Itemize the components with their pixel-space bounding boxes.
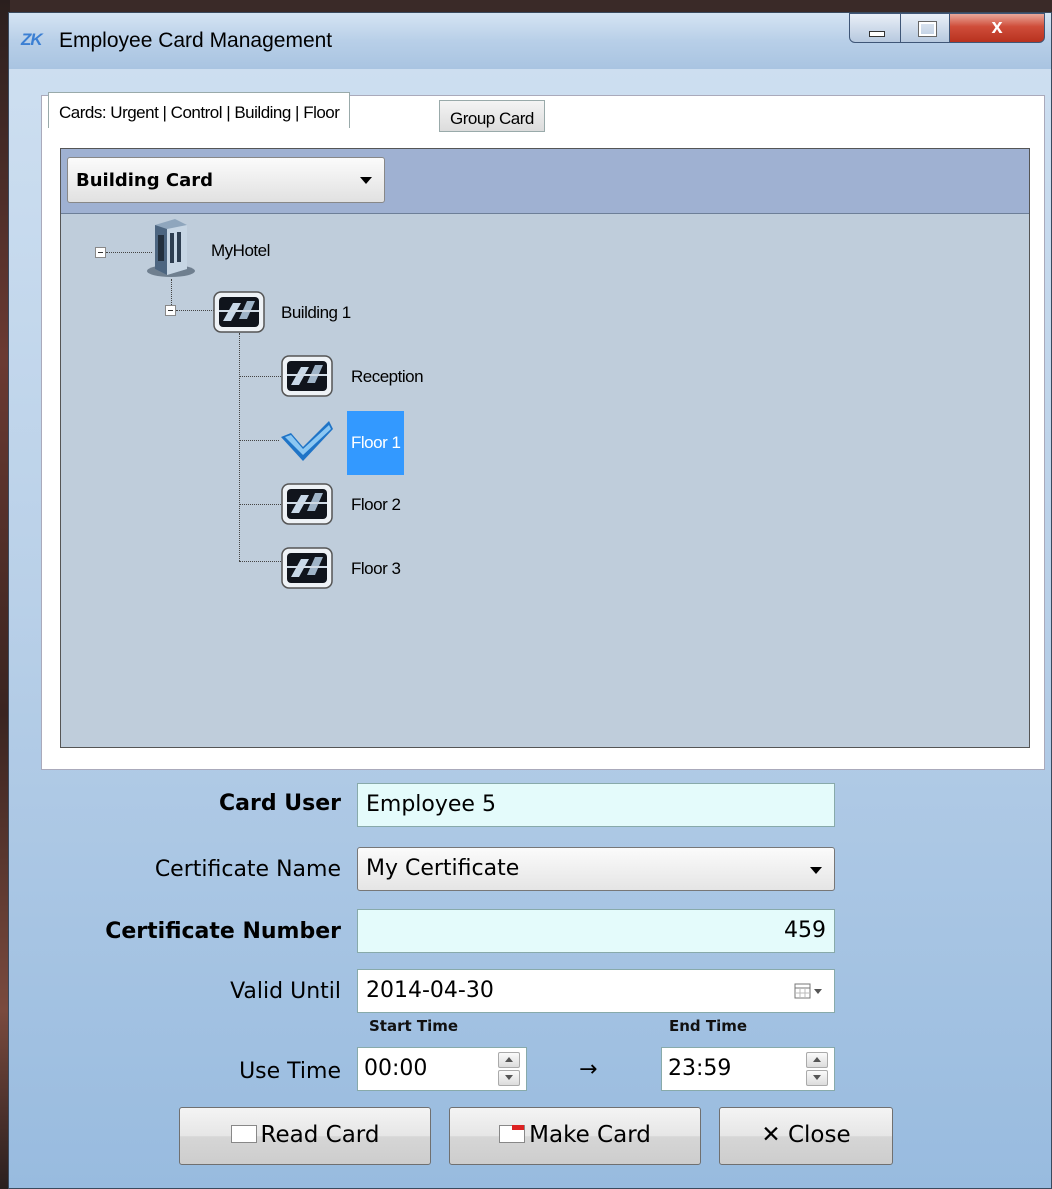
end-time-value: 23:59 — [668, 1056, 732, 1081]
make-card-icon — [499, 1125, 526, 1143]
building-icon — [213, 291, 265, 333]
start-time-label: Start Time — [369, 1017, 459, 1035]
window-title: Employee Card Management — [59, 29, 333, 52]
close-label: ✕ Close — [761, 1122, 851, 1148]
card-user-value: Employee 5 — [366, 792, 496, 817]
hotel-building-icon — [147, 219, 195, 277]
tree-connector — [176, 310, 214, 311]
panel-header: Building Card — [61, 149, 1029, 214]
minimize-icon — [869, 31, 885, 37]
end-time-spinner[interactable] — [806, 1052, 828, 1086]
use-time-label: Use Time — [239, 1059, 341, 1084]
card-user-label: Card User — [219, 791, 341, 816]
tree-node-myhotel[interactable]: MyHotel — [211, 241, 270, 261]
tree-node-floor-3[interactable]: Floor 3 — [351, 559, 401, 579]
building-icon — [281, 547, 333, 589]
certificate-name-dropdown[interactable]: My Certificate — [357, 847, 835, 891]
card-panel: Building Card MyHotel Building 1 Recepti… — [60, 148, 1030, 748]
tree-connector — [239, 333, 240, 561]
valid-until-label: Valid Until — [230, 979, 341, 1004]
spin-down-icon[interactable] — [498, 1070, 520, 1086]
building-tree: MyHotel Building 1 Reception Floor 1 Flo… — [61, 213, 1029, 747]
card-type-dropdown[interactable]: Building Card — [67, 157, 385, 203]
maximize-icon — [918, 21, 937, 37]
close-icon: x — [991, 16, 1003, 38]
chevron-down-icon — [810, 867, 822, 874]
tree-connector — [239, 561, 281, 562]
close-window-button[interactable]: x — [949, 13, 1045, 43]
card-type-value: Building Card — [76, 170, 214, 191]
spin-up-icon[interactable] — [806, 1052, 828, 1068]
certificate-number-field[interactable]: 459 — [357, 909, 835, 953]
read-card-button[interactable]: Read Card — [179, 1107, 431, 1165]
tree-node-floor-1[interactable]: Floor 1 — [347, 411, 405, 475]
spin-up-icon[interactable] — [498, 1052, 520, 1068]
end-time-field[interactable]: 23:59 — [661, 1047, 835, 1091]
certificate-number-value: 459 — [784, 918, 826, 943]
tree-node-building-1[interactable]: Building 1 — [281, 303, 351, 323]
read-card-label: Read Card — [260, 1122, 380, 1148]
card-user-field[interactable]: Employee 5 — [357, 783, 835, 827]
maximize-button[interactable] — [900, 13, 950, 43]
minimize-button[interactable] — [849, 13, 901, 43]
spin-down-icon[interactable] — [806, 1070, 828, 1086]
tab-control: Cards: Urgent | Control | Building | Flo… — [41, 92, 1045, 770]
certificate-number-label: Certificate Number — [105, 919, 341, 944]
chevron-down-icon — [360, 177, 372, 184]
building-icon — [281, 483, 333, 525]
valid-until-value: 2014-04-30 — [366, 978, 494, 1003]
root-expander[interactable] — [95, 247, 106, 258]
time-range-arrow: → — [579, 1057, 598, 1082]
tree-connector — [239, 440, 279, 441]
title-bar[interactable]: ZK Employee Card Management x — [9, 13, 1051, 69]
start-time-spinner[interactable] — [498, 1052, 520, 1086]
checkmark-icon — [281, 421, 333, 461]
certificate-name-value: My Certificate — [366, 856, 520, 881]
tree-node-reception[interactable]: Reception — [351, 367, 424, 387]
building-expander[interactable] — [165, 305, 176, 316]
tab-cards[interactable]: Cards: Urgent | Control | Building | Flo… — [48, 92, 351, 128]
building-icon — [281, 355, 333, 397]
certificate-name-label: Certificate Name — [154, 857, 341, 882]
valid-until-datepicker[interactable]: 2014-04-30 — [357, 969, 835, 1013]
card-icon — [230, 1125, 257, 1143]
tab-group-card[interactable]: Group Card — [439, 100, 545, 132]
tree-node-floor-2[interactable]: Floor 2 — [351, 495, 401, 515]
start-time-value: 00:00 — [364, 1056, 428, 1081]
tree-connector — [171, 279, 172, 305]
tree-connector — [239, 504, 281, 505]
tree-connector — [239, 376, 281, 377]
zk-app-icon: ZK — [21, 30, 43, 49]
employee-card-window: ZK Employee Card Management x Cards: Urg… — [8, 12, 1052, 1189]
start-time-field[interactable]: 00:00 — [357, 1047, 527, 1091]
make-card-label: Make Card — [529, 1122, 651, 1148]
close-button[interactable]: ✕ Close — [719, 1107, 893, 1165]
end-time-label: End Time — [669, 1017, 748, 1035]
calendar-icon[interactable] — [794, 982, 824, 1000]
make-card-button[interactable]: Make Card — [449, 1107, 701, 1165]
